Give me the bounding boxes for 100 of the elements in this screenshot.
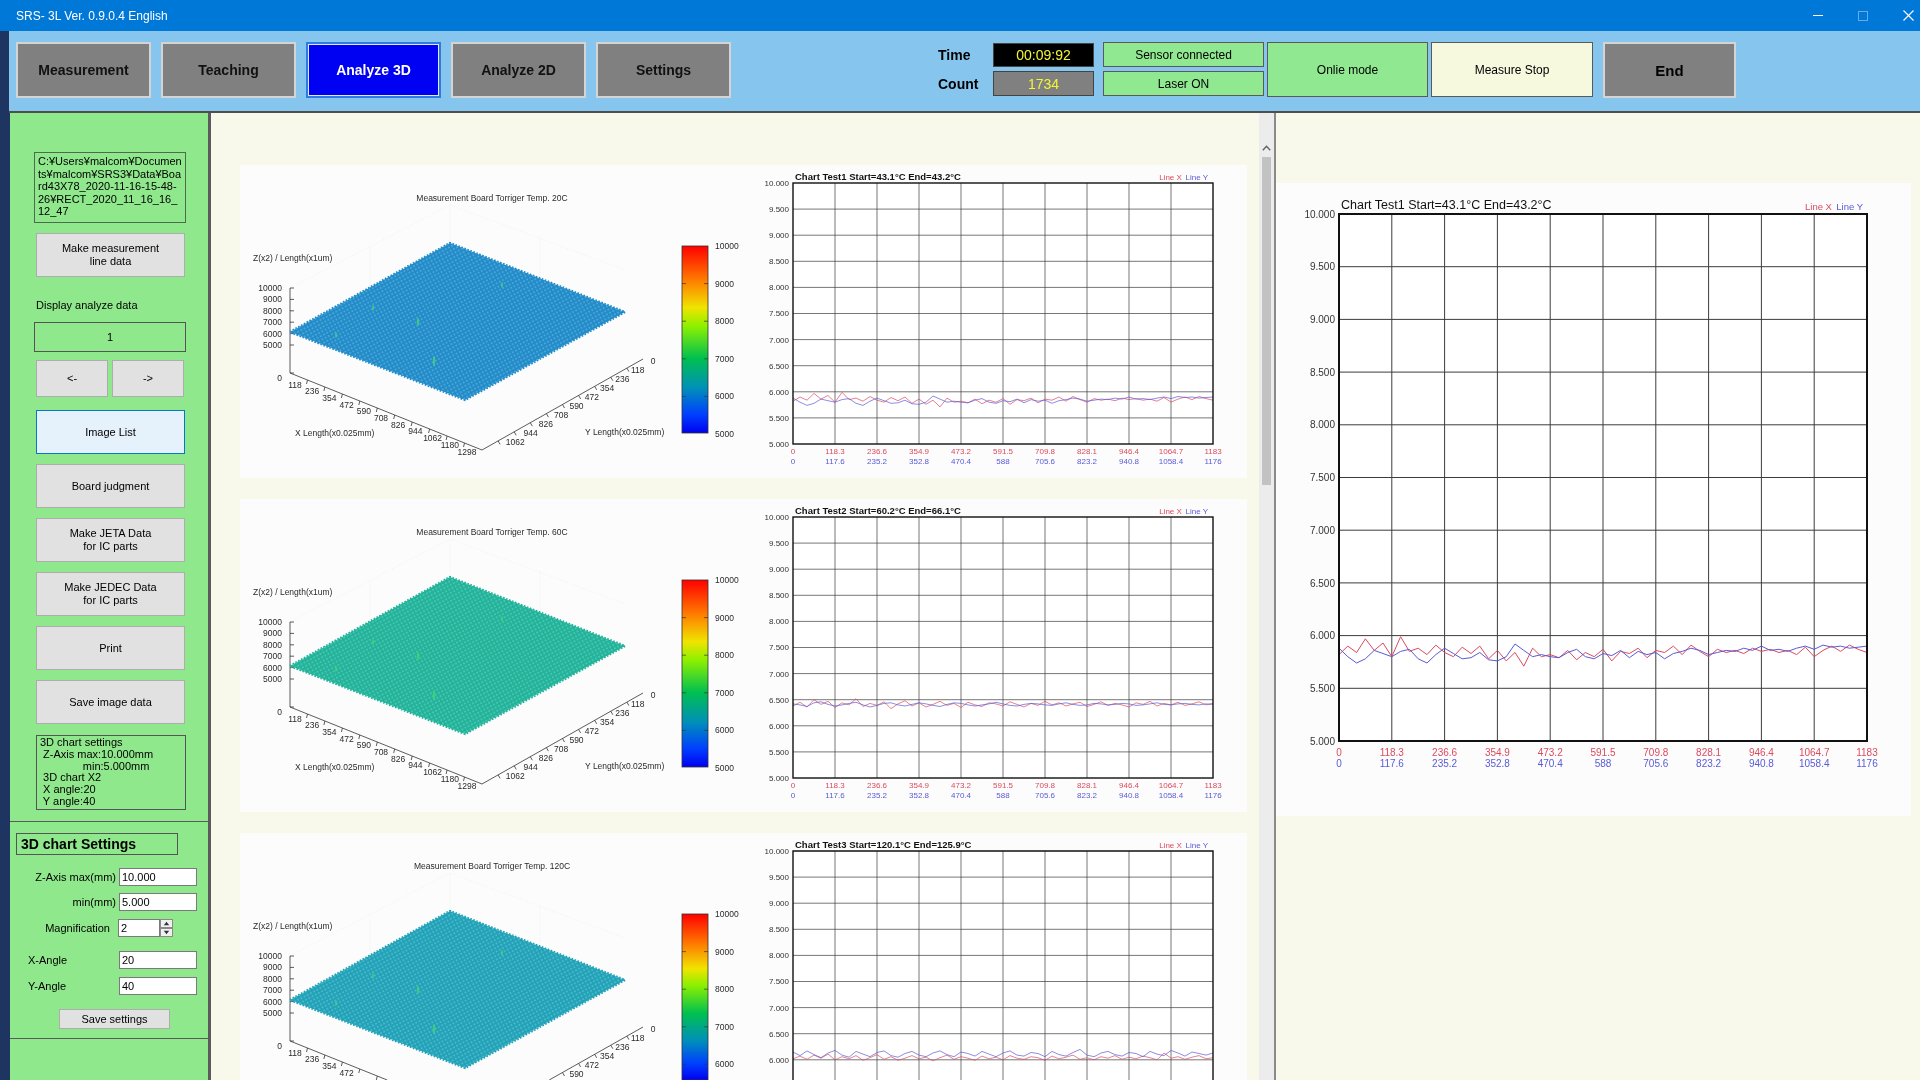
- axis-title: X Length(x0.025mm): [295, 428, 375, 438]
- axis-tick-label: 708: [554, 410, 569, 421]
- scrollbar-thumb[interactable]: [1262, 157, 1271, 485]
- save-settings-button[interactable]: Save settings: [59, 1009, 170, 1029]
- color-scale-label: 7000: [715, 1021, 734, 1032]
- input-field[interactable]: 5.000: [119, 893, 197, 911]
- file-path-display: C:¥Users¥malcom¥Documents¥malcom¥SRS3¥Data¥Board43X78_2020-11-16-15-48-26¥RECT_2020_11_16_16_12_47: [34, 152, 186, 223]
- down-arrow-icon[interactable]: [160, 928, 173, 937]
- up-arrow-icon[interactable]: [160, 919, 173, 928]
- axis-tick-label: 7.500: [768, 643, 789, 653]
- axis-tick-label: 705.6: [1035, 456, 1055, 466]
- minimize-icon[interactable]: [1812, 15, 1823, 16]
- color-scale-label: 7000: [715, 687, 734, 698]
- axis-tick-label: 6.500: [768, 1029, 789, 1039]
- axis-tick-label: 7000: [263, 985, 282, 996]
- sidebar-button[interactable]: Make JEDEC Data for IC parts: [36, 572, 185, 616]
- legend-label: Line X: [1805, 201, 1832, 212]
- readout-value: 00:09:92: [993, 43, 1094, 67]
- axis-tick-label: 1062: [505, 771, 525, 782]
- axis-tick-label: 6.500: [1309, 577, 1335, 589]
- axis-tick-label: 0: [650, 1023, 656, 1034]
- axis-tick-label: 6.000: [1309, 630, 1335, 642]
- axis-tick-label: 472: [339, 399, 354, 410]
- axis-tick-label: 1058.4: [1158, 456, 1184, 466]
- previous-button[interactable]: <-: [36, 360, 108, 397]
- axis-tick-label: 8000: [263, 973, 282, 984]
- axis-tick-label: 588: [996, 790, 1010, 800]
- next-button[interactable]: ->: [112, 360, 184, 397]
- color-scale-label: 9000: [715, 612, 734, 623]
- axis-tick-label: 708: [373, 413, 389, 423]
- axis-tick-label: 0: [650, 355, 656, 366]
- status-indicator: Sensor connected: [1103, 42, 1264, 67]
- tab[interactable]: Analyze 2D: [451, 42, 586, 98]
- axis-tick-label: 1176: [1856, 758, 1878, 769]
- data-index-field[interactable]: 1: [34, 322, 186, 352]
- sidebar-button[interactable]: Make JETA Data for IC parts: [36, 518, 185, 562]
- axis-tick-label: 117.6: [825, 790, 845, 800]
- make-line-data-button[interactable]: Make measurement line data: [36, 233, 185, 277]
- end-button[interactable]: End: [1603, 42, 1736, 98]
- axis-tick-label: 472: [584, 725, 599, 736]
- status-indicator: Laser ON: [1103, 71, 1264, 96]
- color-scale-label: 5000: [715, 429, 734, 439]
- input-field[interactable]: 20: [119, 951, 197, 969]
- axis-tick-label: 826: [538, 419, 553, 430]
- axis-tick-label: 591.5: [1590, 746, 1616, 758]
- tab[interactable]: Teaching: [161, 42, 296, 98]
- axis-tick-label: 944: [408, 760, 423, 771]
- axis-tick-label: 5.500: [768, 413, 789, 423]
- axis-tick-label: 352.8: [909, 456, 929, 466]
- axis-tick-label: 236: [615, 373, 630, 384]
- settings-summary: 3D chart settings Z-Axis max:10.000mm min:5.000mm 3D chart X2 X angle:20 Y angle:40: [36, 735, 186, 810]
- sidebar-button[interactable]: Save image data: [36, 680, 185, 724]
- sidebar-button[interactable]: Board judgment: [36, 464, 185, 508]
- axis-tick-label: 9.000: [768, 565, 789, 575]
- measure-status: Measure Stop: [1431, 42, 1593, 97]
- input-field[interactable]: 40: [119, 977, 197, 995]
- tab[interactable]: Measurement: [16, 42, 151, 98]
- axis-tick-label: 9.000: [768, 899, 789, 909]
- axis-title: Z(x2) / Length(x1um): [253, 587, 333, 597]
- axis-tick-label: 118.3: [825, 447, 845, 456]
- axis-tick-label: 5.000: [1309, 735, 1335, 747]
- axis-tick-label: 8.500: [768, 925, 789, 935]
- axis-tick-label: 1058.4: [1798, 758, 1830, 769]
- axis-tick-label: 118: [630, 1032, 645, 1043]
- axis-tick-label: 1298: [457, 446, 477, 457]
- axis-tick-label: 118.3: [825, 781, 845, 790]
- axis-tick-label: 6.000: [768, 387, 789, 397]
- axis-tick-label: 823.2: [1077, 456, 1097, 466]
- legend-label: Line Y: [1185, 507, 1208, 516]
- axis-tick-label: 8.000: [768, 951, 789, 961]
- axis-tick-label: 823.2: [1077, 790, 1097, 800]
- axis-tick-label: 10.000: [764, 178, 789, 188]
- tab[interactable]: Analyze 3D: [306, 42, 441, 98]
- axis-tick-label: 940.8: [1119, 456, 1139, 466]
- color-scale-label: 10000: [715, 241, 739, 251]
- axis-tick-label: 944: [523, 762, 538, 773]
- axis-tick-label: 7.000: [768, 669, 789, 679]
- axis-tick-label: 236: [305, 720, 320, 731]
- axis-tick-label: 826: [391, 753, 406, 764]
- scrollbar-track[interactable]: [1259, 113, 1274, 1080]
- input-field[interactable]: 10.000: [119, 868, 197, 886]
- axis-tick-label: 8000: [263, 305, 282, 316]
- spinner-field[interactable]: 2: [118, 919, 160, 937]
- color-scale-label: 6000: [715, 1059, 734, 1070]
- chart-title: Measurement Board Torriger Temp. 60C: [416, 527, 568, 537]
- axis-tick-label: 0: [277, 707, 282, 717]
- close-icon[interactable]: [1903, 10, 1914, 21]
- axis-tick-label: 236: [615, 1041, 630, 1052]
- axis-tick-label: 1058.4: [1158, 790, 1184, 800]
- tab[interactable]: Settings: [596, 42, 731, 98]
- axis-tick-label: 591.5: [993, 447, 1013, 456]
- axis-tick-label: 7.500: [1309, 472, 1335, 484]
- sidebar-button[interactable]: Image List: [36, 410, 185, 454]
- axis-tick-label: 9.000: [1309, 314, 1335, 325]
- readout-value: 1734: [993, 71, 1094, 96]
- axis-tick-label: 946.4: [1119, 447, 1139, 456]
- axis-tick-label: 6000: [263, 996, 282, 1007]
- legend-label: Line X: [1159, 507, 1182, 516]
- axis-tick-label: 1183: [1204, 447, 1222, 456]
- sidebar-button[interactable]: Print: [36, 626, 185, 670]
